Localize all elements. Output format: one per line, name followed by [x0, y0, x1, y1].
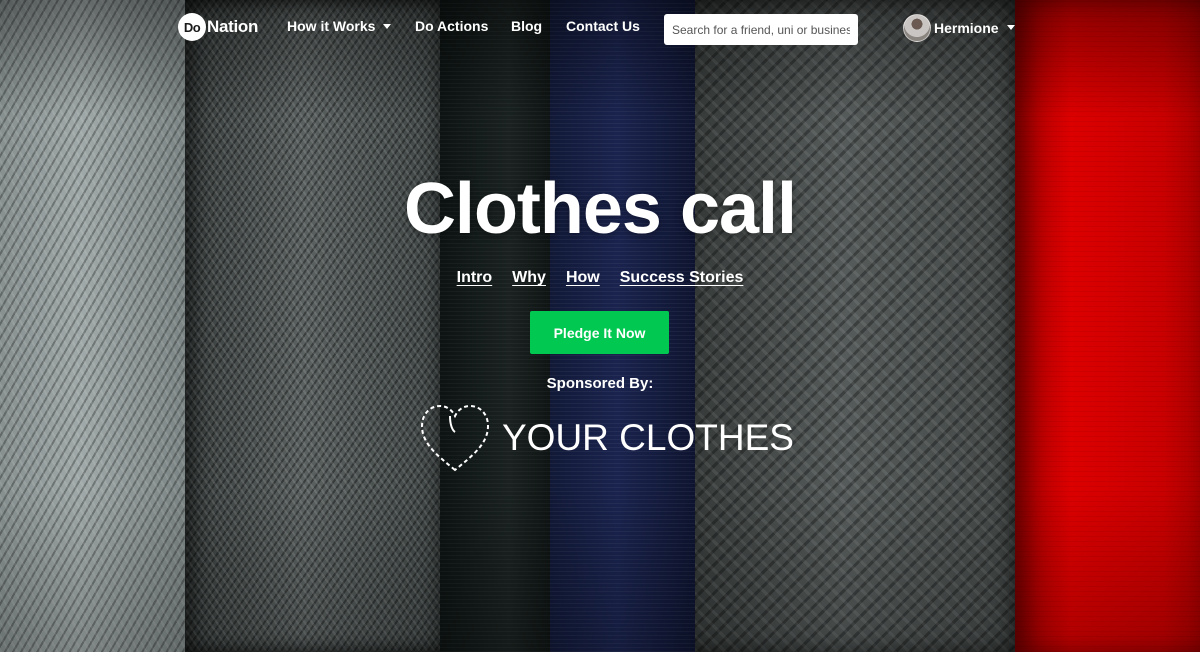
- donation-logo[interactable]: Do Nation: [178, 13, 258, 41]
- pledge-it-now-button[interactable]: Pledge It Now: [530, 311, 669, 354]
- logo-nation-text: Nation: [207, 17, 259, 36]
- sponsor-name: YOUR CLOTHES: [502, 417, 794, 458]
- nav-how-it-works-label: How it Works: [287, 18, 376, 34]
- dashed-heart-icon: [420, 404, 490, 472]
- subnav-intro[interactable]: Intro: [457, 269, 493, 287]
- user-menu[interactable]: Hermione: [903, 14, 1015, 42]
- chevron-down-icon: [1006, 24, 1015, 30]
- sponsored-by-label: Sponsored By:: [546, 375, 654, 392]
- subnav-why[interactable]: Why: [512, 269, 546, 287]
- section-subnav: Intro Why How Success Stories: [0, 269, 1200, 287]
- chevron-down-icon: [383, 23, 392, 29]
- nav-contact-us[interactable]: Contact Us: [566, 18, 640, 34]
- sponsor-logo[interactable]: YOUR CLOTHES: [418, 402, 794, 474]
- logo-do-circle: Do: [178, 13, 206, 41]
- subnav-success-stories[interactable]: Success Stories: [620, 269, 744, 287]
- user-name: Hermione: [934, 20, 999, 36]
- avatar: [903, 14, 931, 42]
- page-title: Clothes call: [403, 169, 797, 249]
- search-input[interactable]: [664, 14, 858, 45]
- subnav-how[interactable]: How: [566, 269, 600, 287]
- nav-blog[interactable]: Blog: [511, 18, 542, 34]
- nav-do-actions[interactable]: Do Actions: [415, 18, 488, 34]
- nav-how-it-works[interactable]: How it Works: [287, 18, 392, 34]
- top-navbar: Do Nation How it Works Do Actions Blog C…: [0, 0, 1200, 56]
